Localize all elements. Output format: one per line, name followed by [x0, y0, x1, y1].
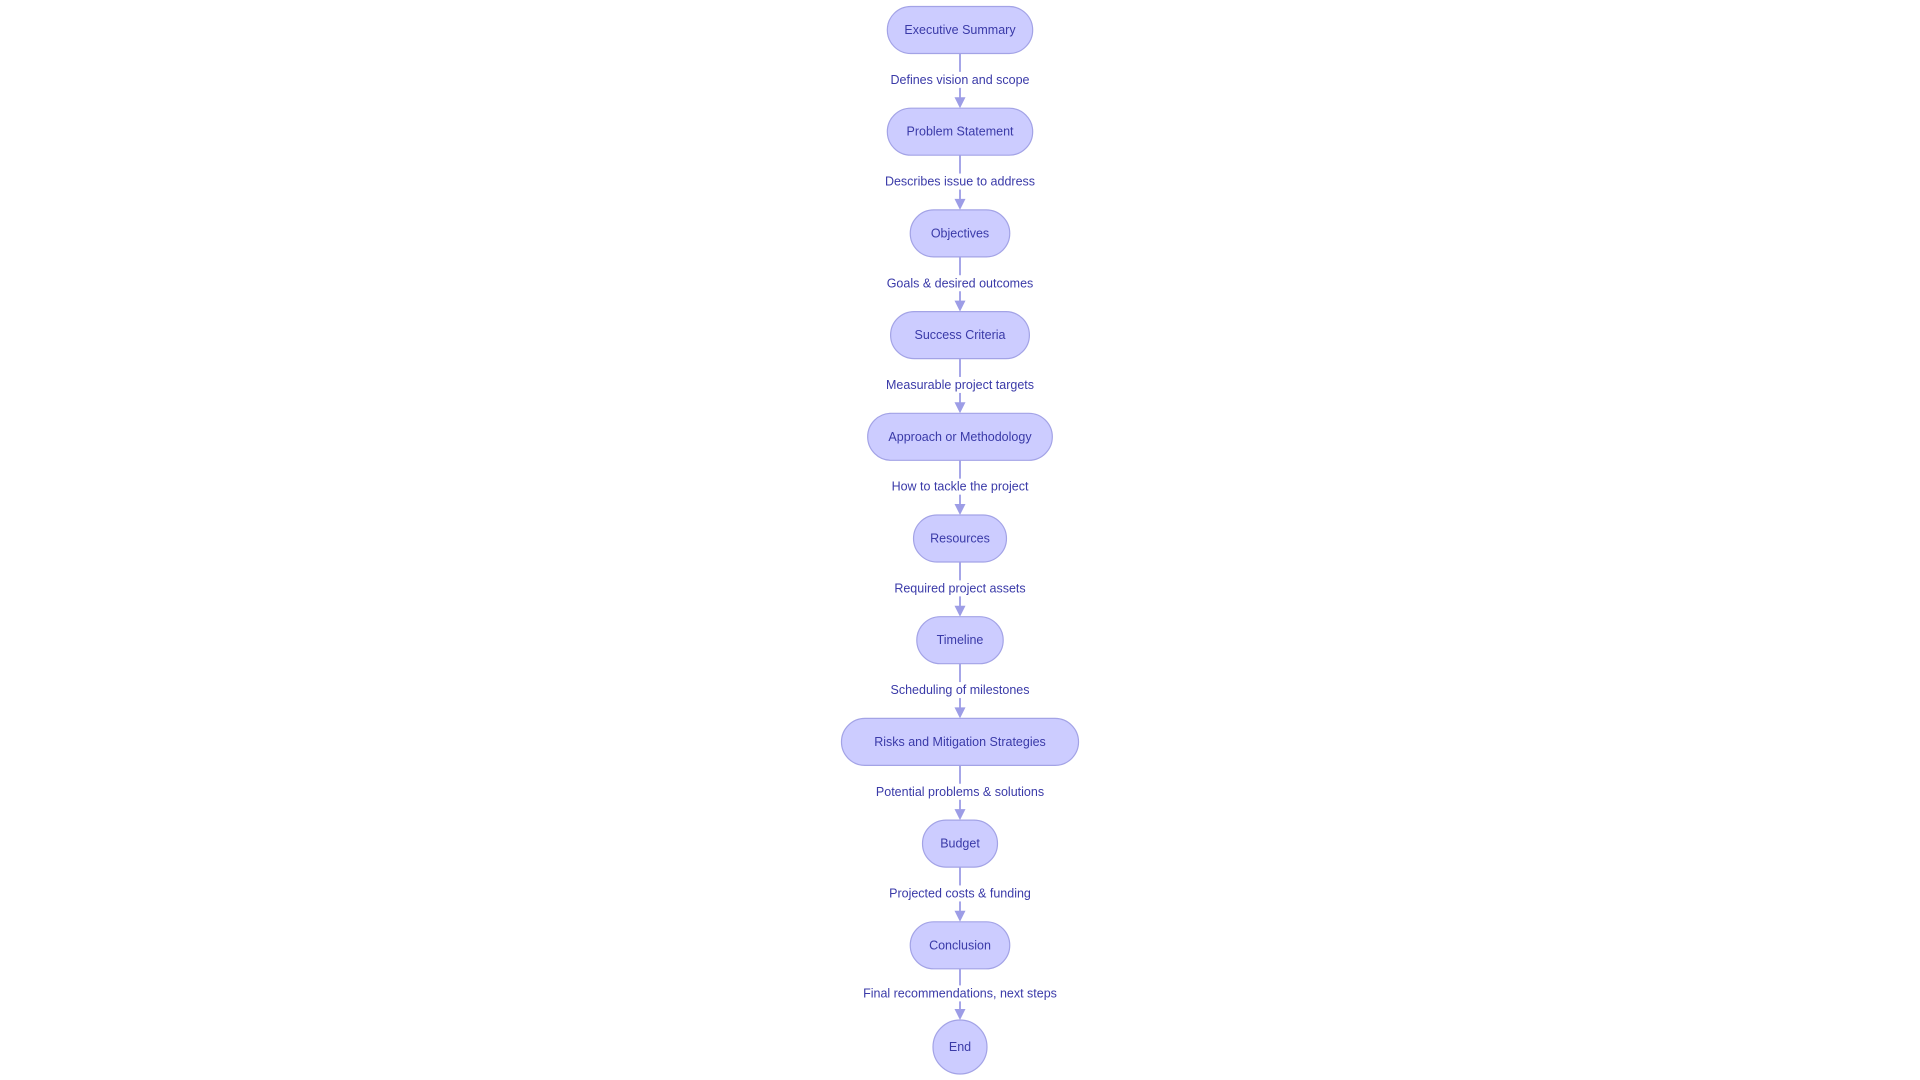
edge-problem-statement-to-objectives: Describes issue to address	[872, 155, 1048, 210]
node-label: Approach or Methodology	[888, 430, 1032, 444]
node-label: Executive Summary	[904, 23, 1016, 37]
edge-label: Goals & desired outcomes	[887, 276, 1034, 290]
node-label: Success Criteria	[915, 328, 1006, 342]
arrow-down-icon	[954, 809, 966, 821]
edge-objectives-to-success-criteria: Goals & desired outcomes	[879, 256, 1041, 312]
edge-budget-to-conclusion: Projected costs & funding	[876, 867, 1044, 922]
arrow-down-icon	[954, 605, 966, 617]
node-label: Conclusion	[929, 938, 991, 952]
edge-approach-or-methodology-to-resources: How to tackle the project	[876, 460, 1044, 515]
node-label: Timeline	[937, 633, 984, 647]
node-objectives[interactable]: Objectives	[909, 209, 1011, 258]
node-label: Risks and Mitigation Strategies	[874, 735, 1046, 749]
edge-conclusion-to-end: Final recommendations, next steps	[849, 968, 1071, 1020]
edge-resources-to-timeline: Required project assets	[882, 562, 1038, 617]
edge-label: Measurable project targets	[886, 378, 1034, 392]
arrow-down-icon	[954, 97, 966, 109]
node-end[interactable]: End	[932, 1019, 988, 1075]
edge-timeline-to-risks-and-mitigation-strategies: Scheduling of milestones	[879, 663, 1041, 719]
node-approach-or-methodology[interactable]: Approach or Methodology	[867, 412, 1053, 461]
arrow-down-icon	[954, 1009, 966, 1020]
node-resources[interactable]: Resources	[912, 514, 1008, 563]
node-label: Budget	[940, 837, 980, 851]
edge-executive-summary-to-problem-statement: Defines vision and scope	[879, 53, 1041, 109]
node-label: End	[949, 1040, 971, 1054]
node-executive-summary[interactable]: Executive Summary	[886, 5, 1034, 55]
node-label: Objectives	[931, 226, 989, 240]
node-success-criteria[interactable]: Success Criteria	[889, 311, 1030, 360]
edge-label: How to tackle the project	[892, 480, 1029, 494]
edge-success-criteria-to-approach-or-methodology: Measurable project targets	[872, 358, 1048, 414]
node-problem-statement[interactable]: Problem Statement	[886, 107, 1034, 156]
edge-label: Required project assets	[894, 581, 1025, 595]
node-risks-and-mitigation-strategies[interactable]: Risks and Mitigation Strategies	[840, 717, 1080, 767]
arrow-down-icon	[954, 402, 966, 414]
arrow-down-icon	[954, 707, 966, 719]
edge-label: Scheduling of milestones	[891, 683, 1030, 697]
arrow-down-icon	[954, 504, 966, 515]
edge-label: Potential problems & solutions	[876, 785, 1044, 799]
node-label: Problem Statement	[907, 125, 1015, 139]
edge-label: Final recommendations, next steps	[863, 986, 1057, 1000]
arrow-down-icon	[954, 300, 966, 312]
flowchart-diagram: Defines vision and scope Describes issue …	[840, 5, 1080, 1075]
arrow-down-icon	[954, 910, 966, 922]
node-conclusion[interactable]: Conclusion	[909, 921, 1011, 970]
node-timeline[interactable]: Timeline	[916, 616, 1004, 665]
edge-risks-and-mitigation-strategies-to-budget: Potential problems & solutions	[859, 765, 1061, 821]
edge-label: Defines vision and scope	[891, 73, 1030, 87]
arrow-down-icon	[954, 198, 966, 210]
node-label: Resources	[930, 532, 990, 546]
node-budget[interactable]: Budget	[921, 819, 999, 868]
edge-label: Describes issue to address	[885, 175, 1035, 189]
flowchart-canvas: Defines vision and scope Describes issue …	[0, 0, 1920, 1080]
edge-label: Projected costs & funding	[889, 886, 1031, 900]
